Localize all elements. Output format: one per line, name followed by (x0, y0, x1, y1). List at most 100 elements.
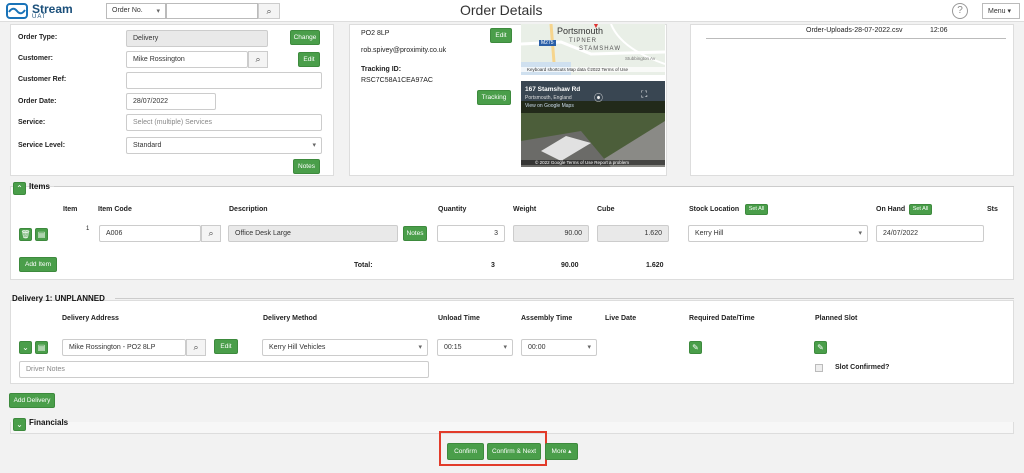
upload-file-name[interactable]: Order-Uploads-28-07-2022.csv (806, 27, 903, 34)
items-collapse-button[interactable]: ⌃ (13, 182, 26, 195)
total-quantity: 3 (491, 262, 495, 269)
contact-edit-button[interactable]: Edit (490, 28, 512, 43)
map-area-label: TIPNER (569, 38, 598, 44)
chevron-down-icon: ⌄ (22, 343, 29, 352)
help-icon[interactable]: ? (952, 3, 968, 19)
col-delivery-address: Delivery Address (62, 315, 119, 322)
add-item-button[interactable]: Add Item (19, 257, 57, 272)
chevron-down-icon: ⌄ (16, 420, 23, 429)
street-view-subtitle: Portsmouth, England (525, 95, 572, 101)
col-weight: Weight (513, 206, 537, 213)
delivery-calendar-button[interactable]: ▤ (35, 341, 48, 354)
col-planned-slot: Planned Slot (815, 315, 858, 322)
order-date-label: Order Date: (18, 98, 57, 105)
customer-field[interactable]: Mike Rossington (126, 51, 248, 68)
map-road-label: M275 (539, 40, 556, 46)
confirm-next-button[interactable]: Confirm & Next (487, 443, 541, 460)
service-level-select[interactable]: Standard (126, 137, 322, 154)
fullscreen-icon[interactable]: ⛶ (641, 89, 647, 100)
item-number: 1 (86, 226, 90, 232)
service-level-label: Service Level: (18, 142, 66, 149)
pencil-icon: ✎ (692, 343, 699, 352)
col-item-code: Item Code (98, 206, 132, 213)
uploads-panel (690, 24, 1014, 176)
chevron-up-icon: ⌃ (16, 184, 23, 193)
totals-label: Total: (354, 262, 373, 269)
col-description: Description (229, 206, 268, 213)
on-hand-date-input[interactable]: 24/07/2022 (876, 225, 984, 242)
items-section-title: Items (29, 182, 50, 191)
app-env: UAT (32, 14, 47, 20)
map-view[interactable]: Portsmouth ▼ TIPNER STAMSHAW M275 Stubbi… (521, 24, 665, 75)
planned-slot-edit-button[interactable]: ✎ (814, 341, 827, 354)
slot-confirmed-checkbox[interactable] (815, 364, 823, 372)
search-icon: ⌕ (266, 6, 272, 16)
slot-confirmed-label: Slot Confirmed? (835, 364, 890, 371)
onhand-set-all-button[interactable]: Set All (909, 204, 932, 215)
unload-time-select[interactable]: 00:15 (437, 339, 513, 356)
map-street-label: Stubbington Av (625, 56, 656, 61)
item-code-input[interactable]: A006 (99, 225, 201, 242)
total-weight: 90.00 (561, 262, 579, 269)
more-button[interactable]: More ▴ (545, 443, 578, 460)
order-type-field: Delivery (126, 30, 268, 47)
col-quantity: Quantity (438, 206, 467, 213)
delivery-postcode: PO2 8LP (361, 30, 390, 37)
order-notes-button[interactable]: Notes (293, 159, 320, 174)
col-assembly-time: Assembly Time (521, 315, 573, 322)
address-search-button[interactable]: ⌕ (186, 339, 206, 356)
change-button[interactable]: Change (290, 30, 320, 45)
tracking-button[interactable]: Tracking (477, 90, 511, 105)
menu-button[interactable]: Menu ▾ (982, 3, 1020, 19)
item-details-button[interactable]: ▤ (35, 228, 48, 241)
col-cube: Cube (597, 206, 615, 213)
stock-location-select[interactable]: Kerry Hill (688, 225, 868, 242)
customer-edit-button[interactable]: Edit (298, 52, 320, 67)
order-date-input[interactable]: 28/07/2022 (126, 93, 216, 110)
street-view[interactable]: 167 Stamshaw Rd Portsmouth, England View… (521, 81, 665, 167)
delivery-address-input[interactable]: Mike Rossington - PO2 8LP (62, 339, 186, 356)
stock-set-all-button[interactable]: Set All (745, 204, 768, 215)
assembly-time-select[interactable]: 00:00 (521, 339, 597, 356)
tracking-id: RSC7C58A1CEA97AC (361, 77, 433, 84)
map-area-label: STAMSHAW (579, 46, 621, 52)
delivery-expand-button[interactable]: ⌄ (19, 341, 32, 354)
total-cube: 1.620 (646, 262, 664, 269)
financials-section-title: Financials (29, 418, 69, 427)
address-edit-button[interactable]: Edit (214, 339, 238, 354)
service-input[interactable]: Select (multiple) Services (126, 114, 322, 131)
add-delivery-button[interactable]: Add Delivery (9, 393, 55, 408)
map-footer: Keyboard shortcuts Map data ©2022 Terms … (521, 67, 665, 72)
col-item: Item (63, 206, 78, 213)
driver-notes-input[interactable]: Driver Notes (19, 361, 429, 378)
customer-ref-label: Customer Ref: (18, 76, 67, 83)
customer-ref-input[interactable] (126, 72, 322, 89)
search-button[interactable]: ⌕ (258, 3, 280, 19)
item-description-field: Office Desk Large (228, 225, 398, 242)
col-live-date: Live Date (605, 315, 637, 322)
customer-search-button[interactable]: ⌕ (248, 51, 268, 68)
page-title: Order Details (460, 2, 543, 18)
contact-email: rob.spivey@proximity.co.uk (361, 47, 447, 54)
confirm-button[interactable]: Confirm (447, 443, 484, 460)
col-delivery-method: Delivery Method (263, 315, 318, 322)
upload-time: 12:06 (930, 27, 948, 34)
delete-item-button[interactable]: 🗑 (19, 228, 32, 241)
street-view-footer: © 2022 Google Terms of Use Report a prob… (521, 160, 665, 165)
required-date-edit-button[interactable]: ✎ (689, 341, 702, 354)
quantity-input[interactable]: 3 (437, 225, 505, 242)
search-icon: ⌕ (208, 228, 214, 238)
customer-label: Customer: (18, 55, 54, 62)
financials-expand-button[interactable]: ⌄ (13, 418, 26, 431)
trash-icon: 🗑 (20, 230, 31, 239)
order-type-label: Order Type: (18, 34, 58, 41)
search-field-select[interactable]: Order No. (106, 3, 166, 19)
street-view-link[interactable]: View on Google Maps (525, 103, 574, 109)
col-unload-time: Unload Time (438, 315, 480, 322)
pencil-icon: ✎ (817, 343, 824, 352)
item-code-search-button[interactable]: ⌕ (201, 225, 221, 242)
search-input[interactable] (166, 3, 258, 19)
delivery-method-select[interactable]: Kerry Hill Vehicles (262, 339, 428, 356)
service-label: Service: (18, 119, 46, 126)
item-notes-button[interactable]: Notes (403, 226, 427, 241)
